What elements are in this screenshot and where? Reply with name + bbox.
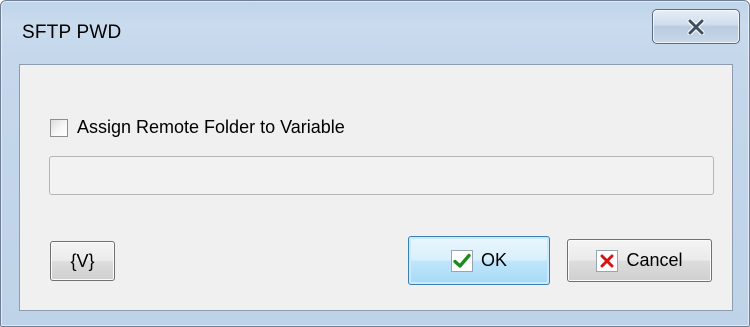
insert-variable-button[interactable]: {V}	[50, 241, 115, 281]
assign-variable-label: Assign Remote Folder to Variable	[77, 117, 345, 137]
assign-variable-option[interactable]: Assign Remote Folder to Variable	[50, 117, 345, 138]
window-title: SFTP PWD	[22, 22, 122, 43]
ok-button[interactable]: OK	[408, 236, 550, 285]
close-x-icon	[687, 18, 705, 35]
dialog-content: Assign Remote Folder to Variable {V} OK …	[19, 64, 733, 311]
cancel-label: Cancel	[626, 250, 683, 270]
cancel-button[interactable]: Cancel	[567, 239, 712, 282]
close-button[interactable]	[652, 9, 740, 44]
assign-variable-checkbox[interactable]	[50, 118, 68, 137]
variable-name-field[interactable]	[49, 156, 714, 195]
title-bar[interactable]: SFTP PWD	[1, 1, 749, 63]
insert-variable-label: {V}	[70, 250, 95, 271]
ok-label: OK	[480, 250, 507, 270]
red-x-icon	[596, 249, 619, 272]
checkmark-icon	[450, 249, 473, 272]
dialog-window: SFTP PWD Assign Remote Folder to Variabl…	[0, 0, 750, 327]
